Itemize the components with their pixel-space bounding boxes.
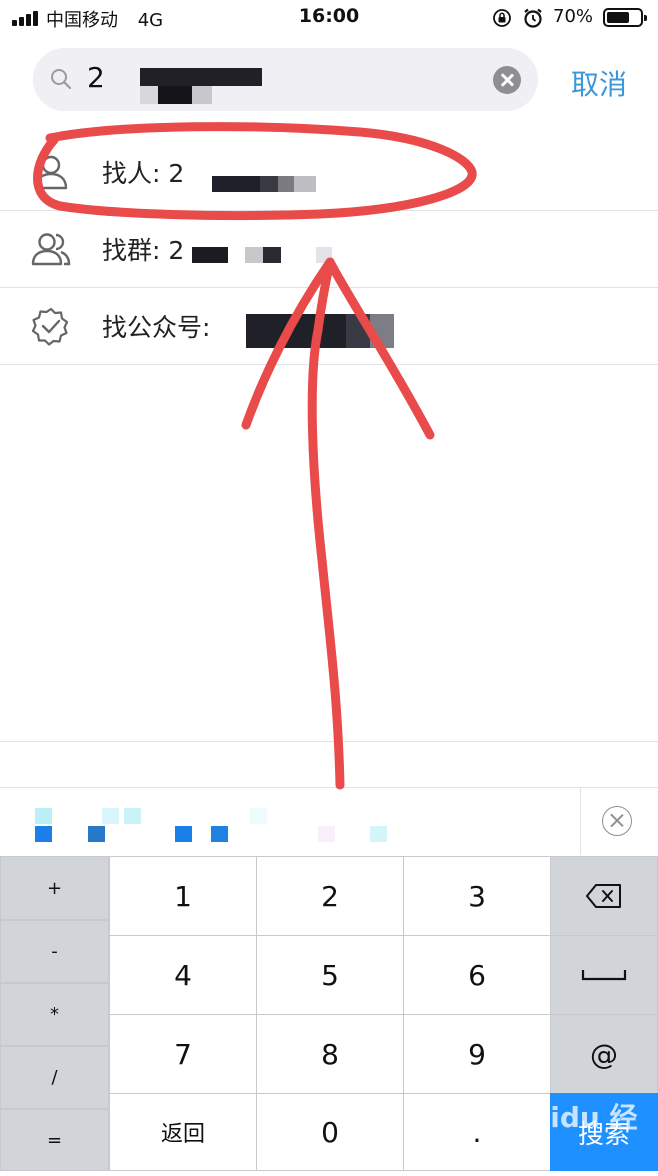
cancel-button[interactable]: 取消 [571, 63, 627, 103]
blurred-pixel [175, 826, 192, 842]
key-2[interactable]: 2 [256, 856, 404, 936]
battery-fill [607, 12, 629, 23]
redacted-query-block [140, 86, 212, 104]
key-1[interactable]: 1 [109, 856, 257, 936]
alarm-icon [522, 7, 544, 29]
key-back[interactable]: 返回 [109, 1093, 257, 1171]
key-dot[interactable]: . [403, 1093, 551, 1171]
key-0[interactable]: 0 [256, 1093, 404, 1171]
backspace-icon [586, 884, 621, 908]
space-key[interactable] [550, 935, 658, 1015]
result-find-official-account[interactable]: 找公众号: [0, 288, 658, 365]
search-bar[interactable]: 2 [33, 48, 538, 111]
blurred-pixel [318, 826, 335, 842]
key-multiply[interactable]: * [0, 983, 109, 1046]
group-icon [30, 229, 72, 269]
key-divide[interactable]: / [0, 1046, 109, 1109]
key-4[interactable]: 4 [109, 935, 257, 1015]
redacted-query-block [140, 68, 262, 86]
backspace-key[interactable] [550, 856, 658, 936]
redacted-text [212, 176, 316, 192]
result-find-group[interactable]: 找群: 2 [0, 211, 658, 288]
search-input[interactable]: 2 [87, 61, 105, 94]
key-3[interactable]: 3 [403, 856, 551, 936]
numeric-keyboard: + - * / = 1 2 3 4 5 6 7 8 9 返回 0 . @ 搜索 [0, 856, 658, 1171]
blurred-pixel [211, 826, 228, 842]
redacted-text [316, 247, 332, 263]
blurred-pixel [88, 826, 105, 842]
key-8[interactable]: 8 [256, 1014, 404, 1094]
person-icon [30, 152, 72, 192]
verified-badge-icon [30, 306, 72, 346]
redacted-text [245, 247, 281, 263]
rotation-lock-icon [492, 8, 512, 28]
clear-search-button[interactable] [493, 66, 521, 94]
key-9[interactable]: 9 [403, 1014, 551, 1094]
divider [580, 788, 581, 855]
key-at[interactable]: @ [550, 1014, 658, 1094]
key-equals[interactable]: = [0, 1109, 109, 1171]
result-label: 找人: 2 [102, 159, 185, 188]
blurred-pixel [370, 826, 387, 842]
search-icon [49, 67, 73, 91]
space-icon [581, 970, 627, 981]
result-find-person[interactable]: 找人: 2 [0, 134, 658, 211]
battery-percent: 70% [553, 6, 594, 27]
blurred-pixel [124, 808, 141, 824]
suggestion-strip[interactable] [0, 788, 580, 855]
close-suggestions-button[interactable] [602, 806, 632, 836]
redacted-text [246, 314, 394, 348]
key-7[interactable]: 7 [109, 1014, 257, 1094]
blurred-pixel [102, 808, 119, 824]
blurred-pixel [35, 826, 52, 842]
key-6[interactable]: 6 [403, 935, 551, 1015]
key-plus[interactable]: + [0, 856, 109, 920]
status-bar: 中国移动 4G 16:00 70% [0, 0, 658, 38]
result-label: 找公众号: [102, 313, 211, 342]
key-5[interactable]: 5 [256, 935, 404, 1015]
blurred-pixel [250, 808, 267, 824]
blurred-pixel [35, 808, 52, 824]
key-minus[interactable]: - [0, 920, 109, 983]
result-label: 找群: 2 [102, 236, 185, 265]
search-key[interactable]: 搜索 [550, 1093, 658, 1171]
battery-icon [603, 8, 647, 27]
redacted-text [192, 247, 228, 263]
